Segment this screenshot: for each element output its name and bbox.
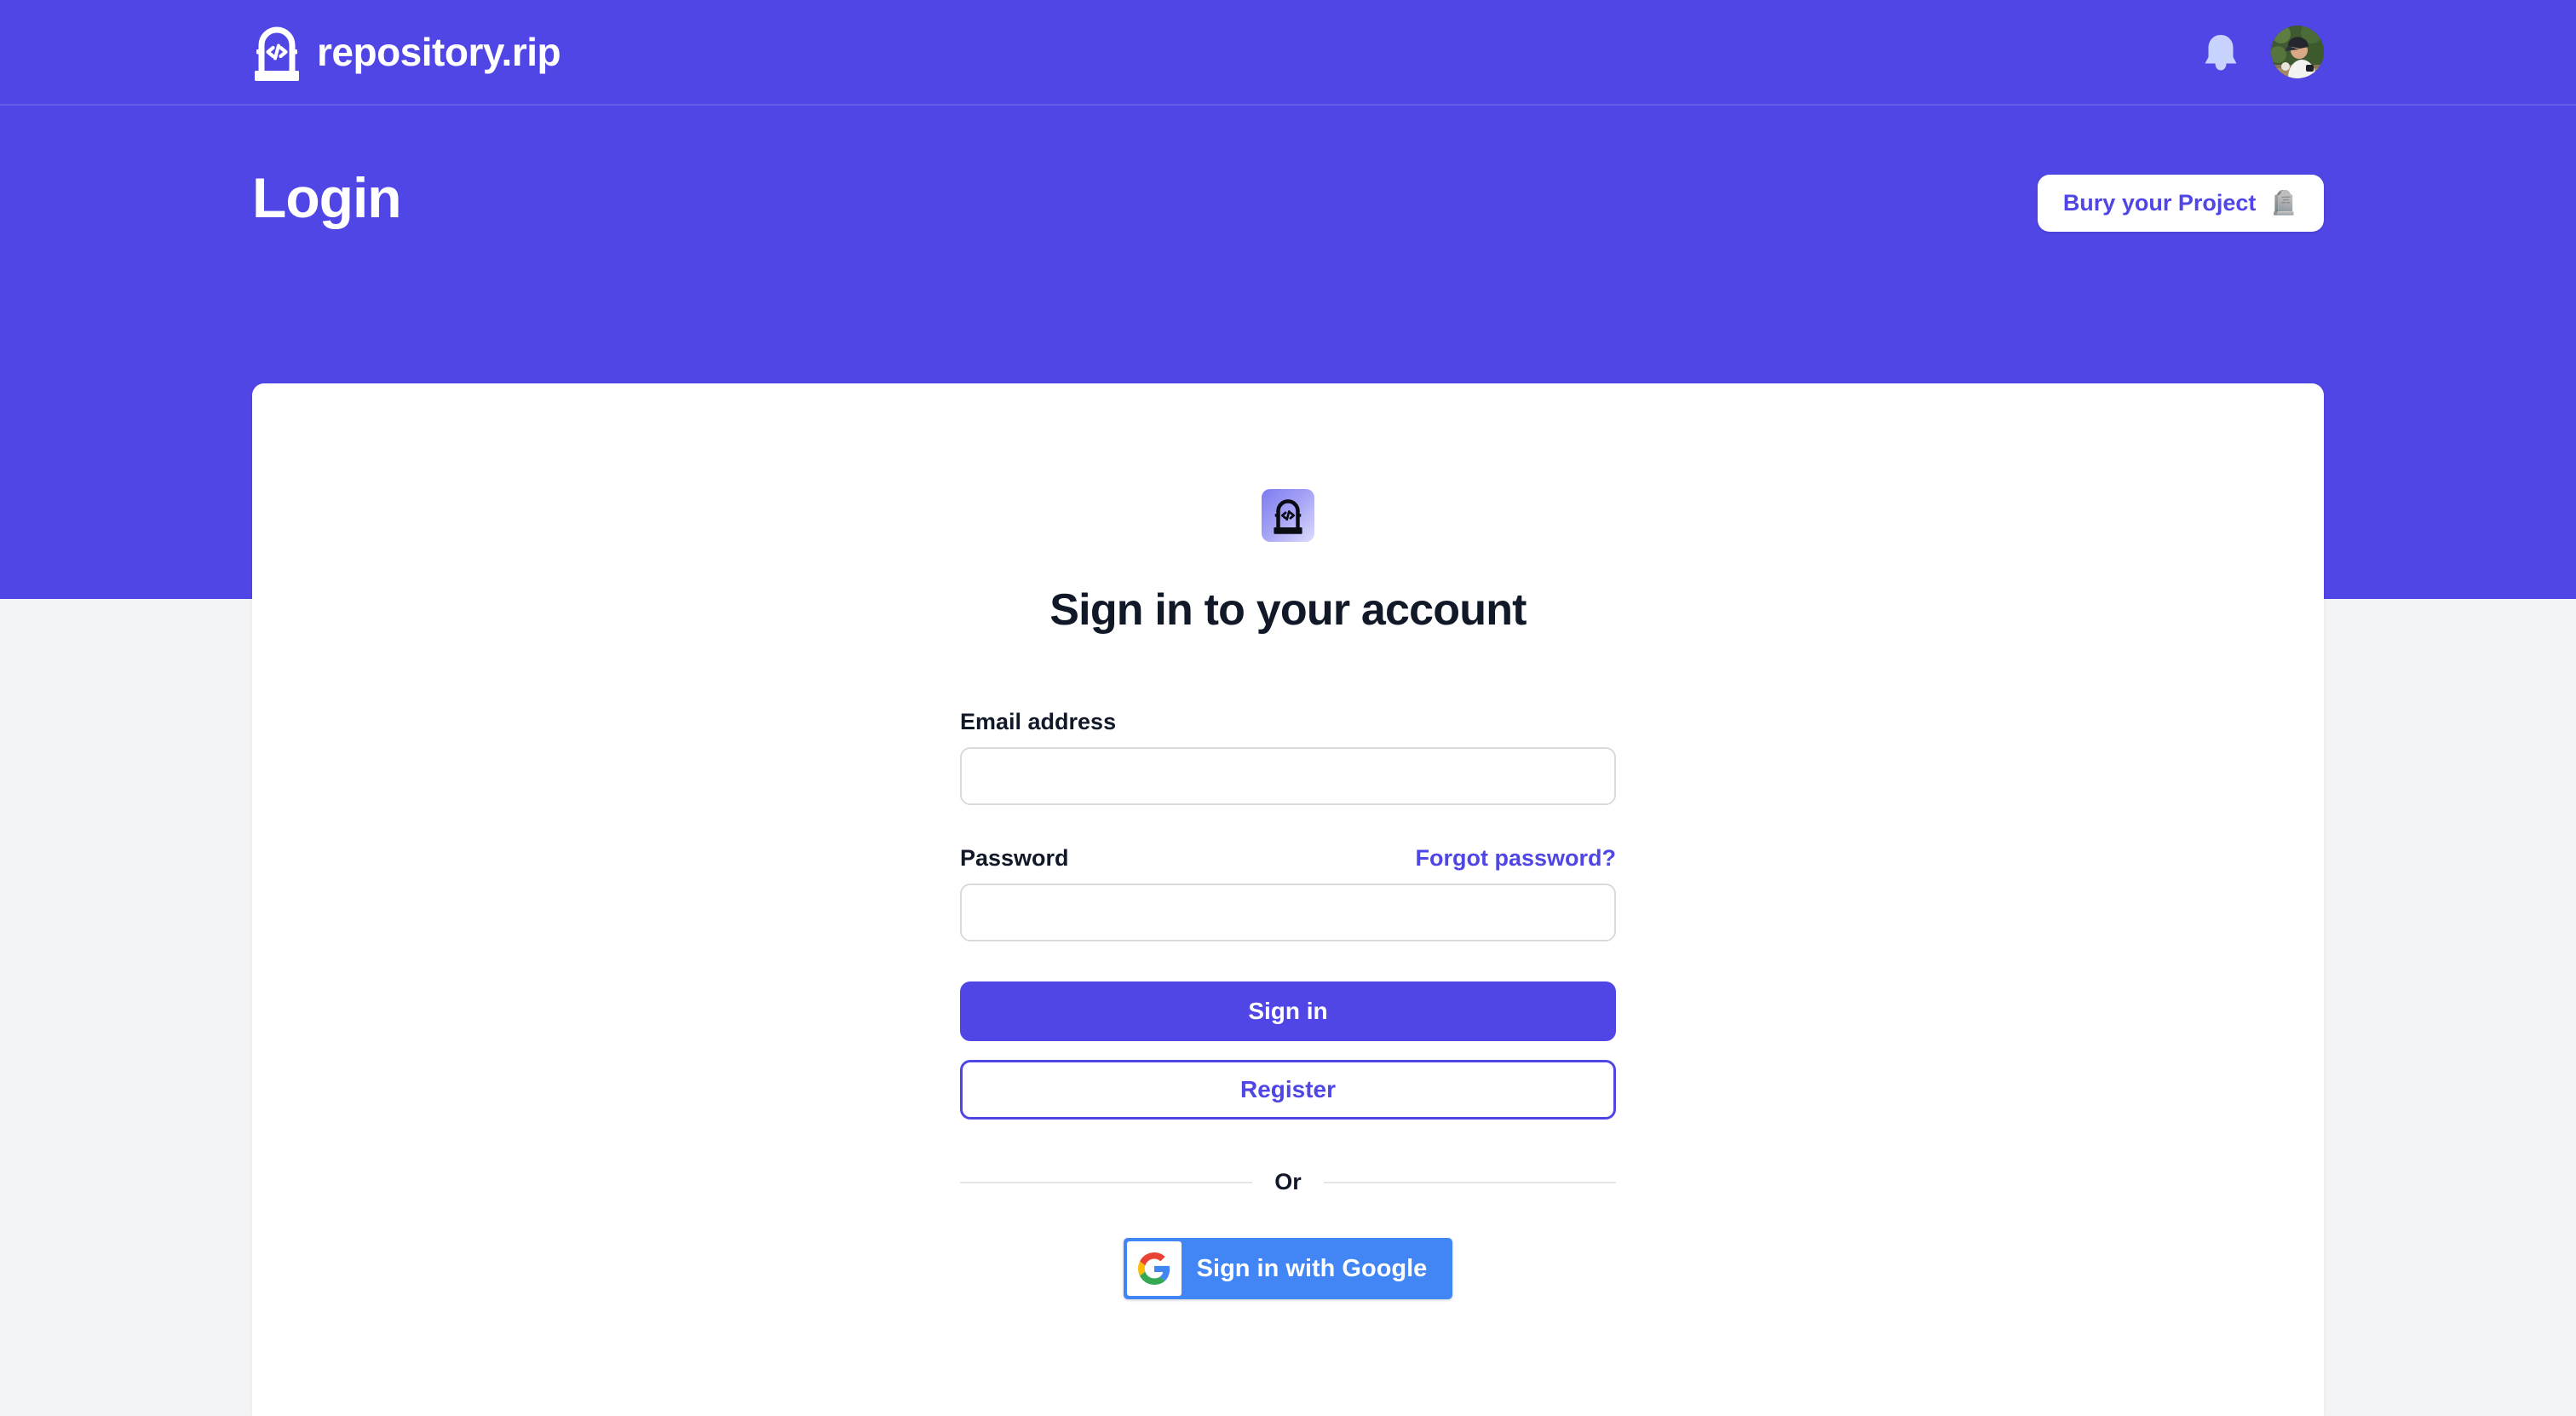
or-divider: Or — [960, 1169, 1617, 1195]
login-form: Email address Password Forgot password? … — [960, 709, 1616, 1120]
divider-rule-left — [960, 1181, 1253, 1183]
email-field-group: Email address — [960, 709, 1616, 805]
register-button[interactable]: Register — [960, 1060, 1616, 1120]
header-actions — [2201, 26, 2324, 78]
site-header: repository.rip — [0, 0, 2576, 106]
headstone-icon: 🪦 — [2269, 190, 2298, 216]
sign-in-with-google-button[interactable]: Sign in with Google — [1123, 1238, 1453, 1299]
form-heading: Sign in to your account — [1049, 585, 1527, 635]
google-g-icon — [1126, 1241, 1182, 1296]
brand-home-link[interactable]: repository.rip — [252, 21, 561, 83]
notifications-button[interactable] — [2201, 31, 2240, 73]
password-label: Password — [960, 845, 1069, 871]
card-logo — [1262, 489, 1314, 542]
password-label-row: Password Forgot password? — [960, 845, 1616, 872]
sign-in-button[interactable]: Sign in — [960, 981, 1616, 1041]
user-avatar-photo — [2271, 26, 2324, 78]
tombstone-code-icon — [252, 21, 302, 83]
google-button-label: Sign in with Google — [1196, 1254, 1428, 1282]
brand-name: repository.rip — [317, 30, 561, 74]
login-card: Sign in to your account Email address Pa… — [252, 383, 2324, 1416]
bury-button-label: Bury your Project — [2062, 190, 2257, 216]
avatar[interactable] — [2271, 26, 2324, 78]
bury-your-project-button[interactable]: Bury your Project 🪦 — [2037, 175, 2324, 232]
password-field-group: Password Forgot password? — [960, 845, 1616, 941]
email-label-row: Email address — [960, 709, 1616, 735]
tombstone-code-icon — [1271, 496, 1305, 535]
password-input[interactable] — [960, 884, 1616, 941]
page-title: Login — [252, 166, 402, 229]
email-input[interactable] — [960, 747, 1616, 805]
email-label: Email address — [960, 709, 1117, 734]
divider-label: Or — [1274, 1169, 1302, 1194]
bell-icon — [2201, 35, 2240, 76]
forgot-password-link[interactable]: Forgot password? — [1416, 845, 1617, 872]
divider-rule-right — [1323, 1181, 1617, 1183]
